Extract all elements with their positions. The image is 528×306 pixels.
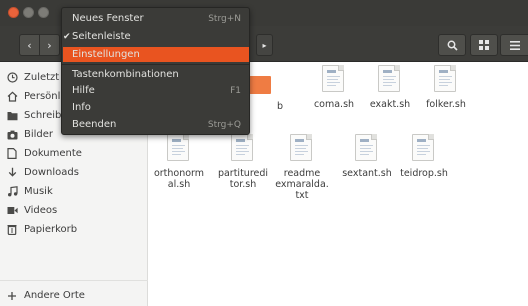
sidebar-item-label: Zuletzt [24, 72, 60, 83]
search-icon [447, 40, 458, 51]
folder-icon[interactable] [249, 76, 271, 94]
app-menu: Neues Fenster Strg+N ✔ Seitenleiste Eins… [61, 7, 250, 135]
menu-item-preferences[interactable]: Einstellungen [63, 47, 249, 62]
sidebar-item-other-locations[interactable]: Andere Orte [0, 286, 148, 305]
sidebar-item-music[interactable]: Musik [0, 182, 148, 201]
search-button[interactable] [438, 34, 466, 56]
back-button[interactable]: ‹ [19, 34, 40, 56]
sidebar-item-label: Downloads [24, 167, 79, 178]
download-icon [6, 167, 18, 179]
text-file-icon [434, 65, 456, 92]
clock-icon [6, 72, 18, 84]
menu-item-shortcut: Strg+N [208, 13, 241, 24]
file-name: folker.sh [426, 99, 466, 110]
sidebar-divider [0, 280, 148, 281]
hamburger-icon [509, 40, 520, 50]
maximize-icon[interactable] [38, 7, 49, 18]
folder-icon [6, 110, 18, 122]
music-icon [6, 186, 18, 198]
text-file-icon [290, 134, 312, 161]
chevron-left-icon: ‹ [27, 38, 32, 52]
home-icon [6, 91, 18, 103]
sidebar-item-videos[interactable]: Videos [0, 201, 148, 220]
path-bar-next-button[interactable]: ▸ [256, 34, 273, 56]
menu-item-label: Einstellungen [72, 49, 140, 60]
file-name: teidrop.sh [400, 168, 448, 179]
trash-icon [6, 224, 18, 236]
menu-item-about[interactable]: Info [63, 100, 249, 115]
chevron-right-icon: › [47, 38, 52, 52]
menu-item-shortcut: Strg+Q [207, 119, 241, 130]
sidebar-item-label: Videos [24, 205, 58, 216]
sidebar-item-label: Bilder [24, 129, 54, 140]
menu-item-label: Info [72, 102, 91, 113]
sidebar-item-documents[interactable]: Dokumente [0, 144, 148, 163]
sidebar-item-label: Papierkorb [24, 224, 78, 235]
hamburger-menu-button[interactable] [500, 34, 528, 56]
file-name: readme exmaralda. txt [275, 168, 329, 201]
triangle-right-icon: ▸ [262, 40, 267, 50]
menu-item-label: Seitenleiste [72, 31, 131, 42]
menu-item-sidebar[interactable]: ✔ Seitenleiste [63, 29, 249, 44]
sidebar-item-label: Dokumente [24, 148, 82, 159]
menu-item-keyboard-shortcuts[interactable]: Tastenkombinationen [63, 67, 249, 82]
menu-item-label: Hilfe [72, 85, 95, 96]
minimize-icon[interactable] [23, 7, 34, 18]
sidebar-item-label: Musik [24, 186, 53, 197]
text-file-icon [231, 134, 253, 161]
menu-item-quit[interactable]: Beenden Strg+Q [63, 117, 249, 132]
text-file-icon [355, 134, 377, 161]
menu-item-label: Beenden [72, 119, 117, 130]
checkmark-icon: ✔ [63, 31, 71, 42]
menu-item-label: Neues Fenster [72, 13, 144, 24]
menu-item-shortcut: F1 [230, 85, 241, 96]
text-file-icon [412, 134, 434, 161]
text-file-icon [378, 65, 400, 92]
menu-separator [62, 64, 249, 65]
text-file-icon [322, 65, 344, 92]
document-icon [6, 148, 18, 160]
view-toggle-button[interactable] [470, 34, 498, 56]
forward-button[interactable]: › [39, 34, 60, 56]
sidebar-item-trash[interactable]: Papierkorb [0, 220, 148, 239]
video-icon [6, 205, 18, 217]
grid-view-icon [479, 40, 489, 50]
menu-item-help[interactable]: Hilfe F1 [63, 83, 249, 98]
file-name: orthonorm al.sh [153, 168, 205, 190]
text-file-icon [167, 134, 189, 161]
sidebar-item-label: Andere Orte [24, 290, 85, 301]
camera-icon [6, 129, 18, 141]
plus-icon [6, 290, 18, 302]
menu-item-label: Tastenkombinationen [72, 69, 179, 80]
close-icon[interactable] [8, 7, 19, 18]
sidebar-item-downloads[interactable]: Downloads [0, 163, 148, 182]
menu-item-new-window[interactable]: Neues Fenster Strg+N [63, 11, 249, 26]
